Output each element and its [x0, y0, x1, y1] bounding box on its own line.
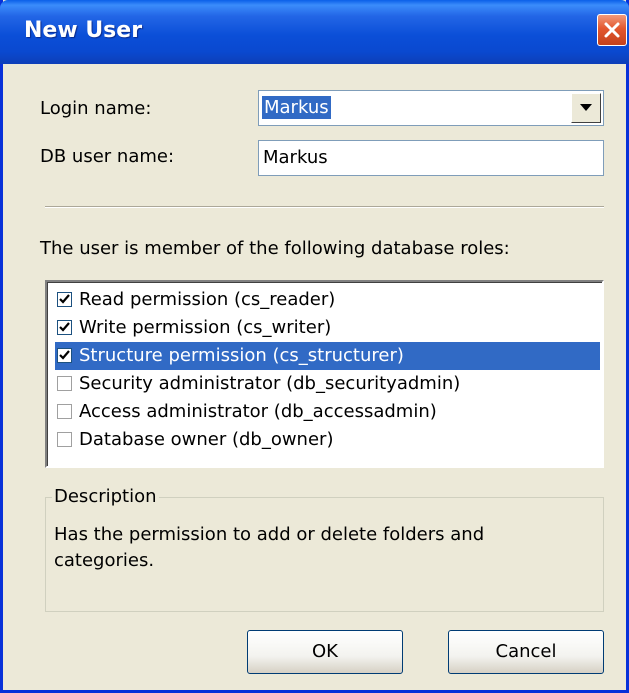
check-icon [59, 294, 70, 304]
check-icon [59, 350, 70, 360]
role-label: Write permission (cs_writer) [79, 317, 332, 338]
role-item-cs-reader[interactable]: Read permission (cs_reader) [55, 286, 600, 314]
role-item-db-owner[interactable]: Database owner (db_owner) [55, 426, 600, 454]
cancel-button[interactable]: Cancel [448, 630, 604, 674]
role-checkbox[interactable] [57, 404, 72, 419]
role-label: Security administrator (db_securityadmin… [79, 373, 461, 394]
role-checkbox[interactable] [57, 292, 72, 307]
role-label: Structure permission (cs_structurer) [79, 345, 404, 366]
description-legend: Description [52, 486, 159, 507]
db-user-name-field[interactable]: Markus [258, 140, 604, 176]
separator [45, 206, 604, 208]
role-label: Access administrator (db_accessadmin) [79, 401, 437, 422]
login-name-dropdown-button[interactable] [571, 93, 601, 123]
close-icon [604, 22, 620, 38]
ok-button[interactable]: OK [247, 630, 403, 674]
role-label: Read permission (cs_reader) [79, 289, 336, 310]
description-text: Has the permission to add or delete fold… [54, 524, 485, 571]
new-user-dialog: New User Login name: Markus DB user name… [0, 0, 629, 693]
login-name-combobox[interactable]: Markus [258, 90, 604, 126]
check-icon [59, 322, 70, 332]
description-group: Description Has the permission to add or… [45, 486, 604, 612]
role-item-cs-writer[interactable]: Write permission (cs_writer) [55, 314, 600, 342]
role-checkbox[interactable] [57, 320, 72, 335]
window-title: New User [24, 18, 143, 43]
close-button[interactable] [597, 14, 627, 46]
login-name-value: Markus [262, 96, 331, 119]
roles-heading: The user is member of the following data… [40, 238, 510, 259]
role-label: Database owner (db_owner) [79, 429, 334, 450]
role-checkbox[interactable] [57, 376, 72, 391]
role-item-cs-structurer[interactable]: Structure permission (cs_structurer) [55, 342, 600, 370]
role-item-db-accessadmin[interactable]: Access administrator (db_accessadmin) [55, 398, 600, 426]
title-bar[interactable]: New User [0, 0, 629, 64]
db-user-name-value: Markus [263, 147, 328, 168]
roles-listbox[interactable]: Read permission (cs_reader) Write permis… [45, 280, 604, 468]
login-name-label: Login name: [40, 98, 152, 119]
chevron-down-icon [580, 104, 592, 111]
role-item-db-securityadmin[interactable]: Security administrator (db_securityadmin… [55, 370, 600, 398]
role-checkbox[interactable] [57, 432, 72, 447]
role-checkbox[interactable] [57, 348, 72, 363]
db-user-name-label: DB user name: [40, 146, 175, 167]
